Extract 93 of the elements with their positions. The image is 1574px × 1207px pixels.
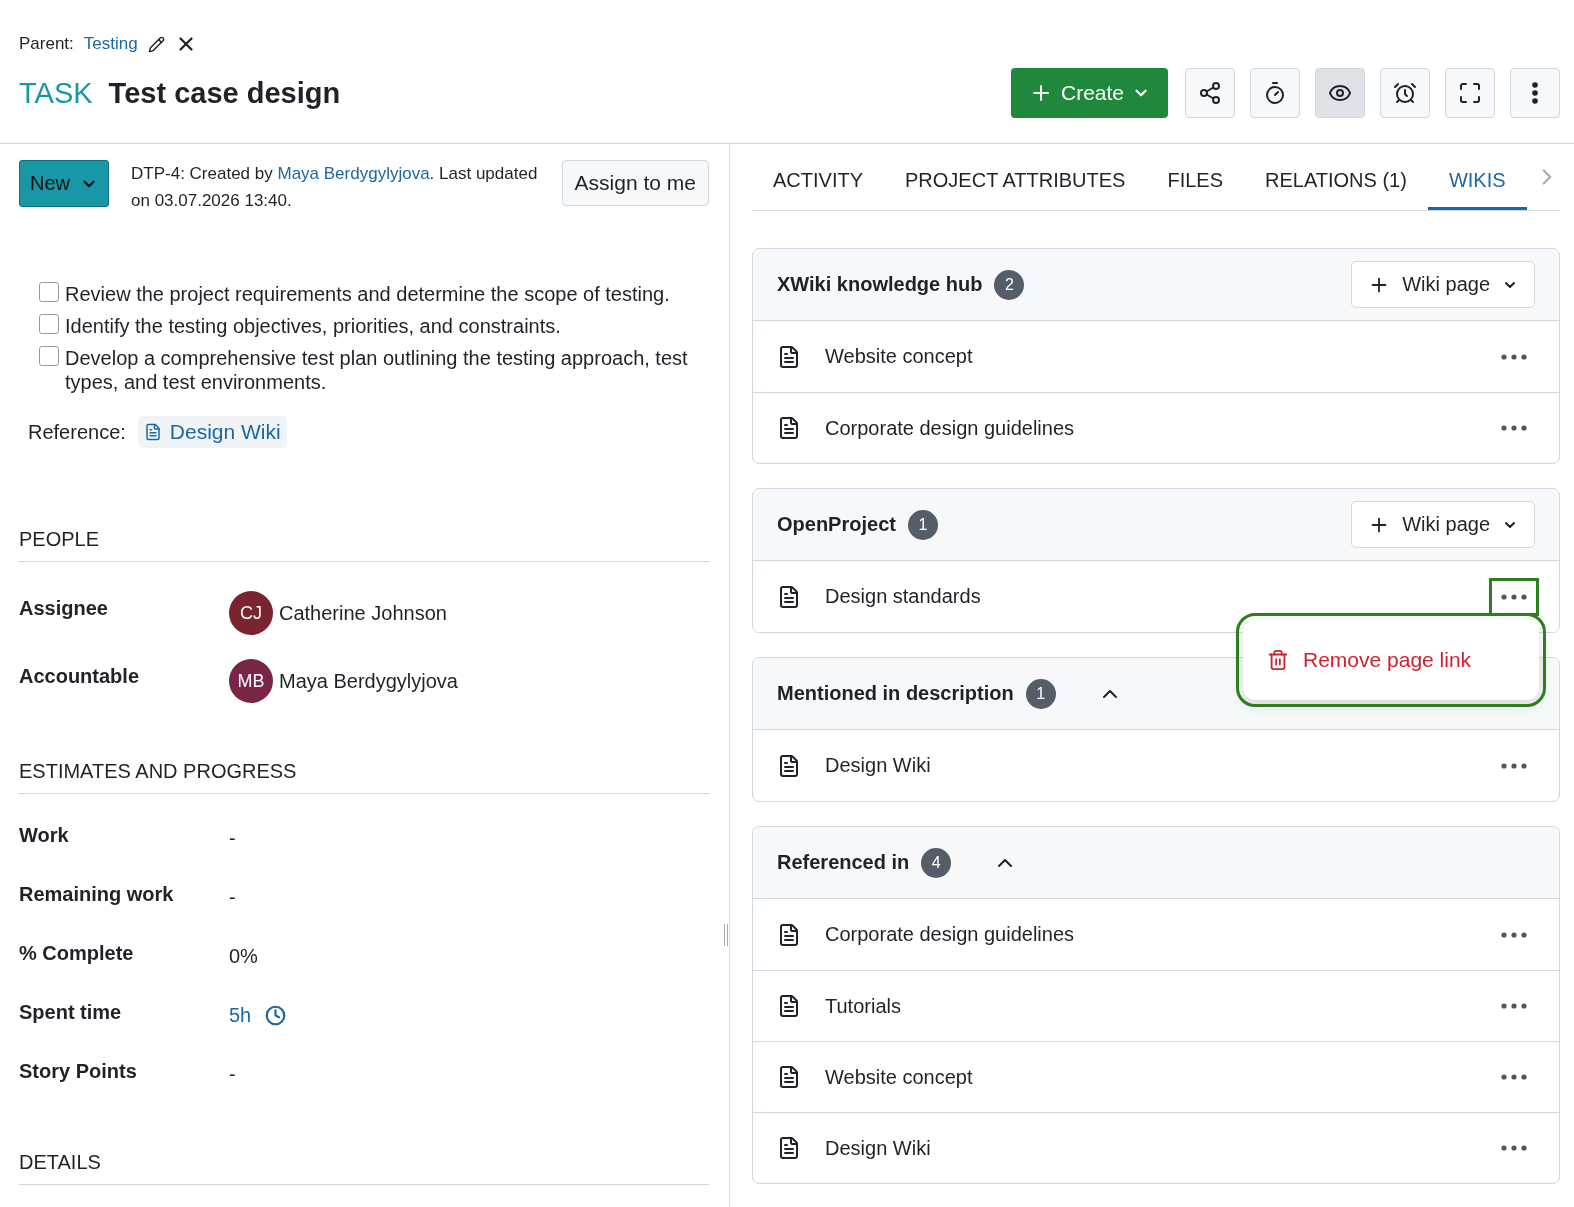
ellipsis-icon	[1501, 593, 1527, 600]
field-label: Story Points	[19, 1060, 138, 1083]
edit-icon[interactable]	[147, 35, 165, 53]
section-title: OpenProject	[777, 513, 896, 536]
more-button[interactable]	[1510, 68, 1560, 118]
ellipsis-icon	[1501, 762, 1527, 769]
document-icon	[777, 416, 801, 440]
field-value: -	[229, 827, 236, 850]
wiki-page-link[interactable]: Website concept	[825, 1065, 973, 1089]
wiki-page-link[interactable]: Design Wiki	[825, 1136, 931, 1160]
count-badge: 1	[1025, 678, 1056, 709]
wiki-page-link[interactable]: Website concept	[825, 345, 973, 368]
field-label: Accountable	[19, 664, 141, 688]
reference-link[interactable]: Design Wiki	[137, 416, 287, 448]
section-title: XWiki knowledge hub	[777, 273, 983, 296]
status-button[interactable]: New	[19, 160, 109, 207]
timer-icon	[1263, 81, 1287, 105]
field-label: Remaining work	[19, 883, 175, 906]
share-icon	[1198, 81, 1222, 105]
tab[interactable]: PROJECT ATTRIBUTES	[884, 144, 1147, 210]
document-icon	[777, 994, 801, 1018]
wiki-page-link[interactable]: Corporate design guidelines	[825, 923, 1075, 946]
clock-icon[interactable]	[265, 1005, 287, 1026]
document-icon	[777, 753, 801, 778]
checkbox[interactable]	[39, 314, 59, 334]
reference-label: Reference:	[28, 420, 126, 444]
fullscreen-button[interactable]	[1445, 68, 1495, 118]
checkbox[interactable]	[39, 282, 59, 302]
parent-label: Parent:	[19, 34, 74, 54]
wiki-page-link[interactable]: Design standards	[825, 585, 981, 608]
fullscreen-icon	[1458, 81, 1482, 105]
wiki-page-link[interactable]: Tutorials	[825, 994, 901, 1018]
document-icon	[777, 1065, 801, 1089]
share-button[interactable]	[1185, 68, 1235, 118]
spent-time-link[interactable]: 5h	[229, 1004, 252, 1027]
add-wiki-page-button[interactable]: Wiki page	[1351, 261, 1535, 308]
assign-button[interactable]: Assign to me	[561, 160, 709, 206]
document-icon	[777, 922, 801, 947]
trash-icon	[1267, 649, 1289, 671]
ellipsis-icon	[1501, 1074, 1527, 1080]
resize-handle[interactable]	[724, 924, 728, 946]
ellipsis-icon	[1501, 1145, 1527, 1151]
field-label: Work	[19, 824, 70, 847]
ellipsis-icon	[1501, 425, 1527, 431]
parent-link[interactable]: Testing	[83, 34, 138, 54]
ellipsis-icon	[1501, 353, 1527, 360]
field-value: Maya Berdygylyjova	[279, 669, 458, 693]
checklist-text: Develop a comprehensive test plan outlining the testing approach, test types, and test environments.	[65, 346, 689, 394]
created-info: DTP-4: Created by Maya Berdygylyjova. Last updated on 03.07.2026 13:40.	[131, 163, 539, 212]
count-badge: 1	[907, 509, 938, 540]
remove-link-menu-item[interactable]: Remove page link	[1267, 648, 1472, 672]
tab[interactable]: WIKIS	[1427, 144, 1527, 210]
field-label: Assignee	[19, 596, 109, 620]
field-label: Spent time	[19, 1001, 123, 1024]
field-value: -	[229, 1063, 236, 1086]
section-heading: ESTIMATES AND PROGRESS	[19, 760, 709, 794]
more-actions-button[interactable]	[1489, 577, 1539, 616]
work-package-title: Test case design	[108, 76, 341, 110]
document-icon	[777, 584, 801, 609]
field-value: -	[229, 886, 236, 909]
work-package-type: TASK	[19, 76, 93, 110]
checkbox[interactable]	[39, 346, 59, 366]
timer-button[interactable]	[1250, 68, 1300, 118]
document-icon	[777, 344, 801, 369]
section-title: Mentioned in description	[777, 682, 1014, 705]
section-heading: DETAILS	[19, 1151, 709, 1185]
avatar: MB	[229, 659, 273, 703]
field-value: Catherine Johnson	[279, 601, 447, 625]
add-wiki-page-button[interactable]: Wiki page	[1351, 501, 1535, 548]
checklist-text: Identify the testing objectives, priorities, and constraints.	[65, 314, 561, 338]
section-heading: PEOPLE	[19, 528, 709, 562]
field-label: % Complete	[19, 942, 135, 965]
reminder-icon	[1393, 81, 1417, 105]
create-button[interactable]: Create	[1010, 68, 1168, 118]
ellipsis-icon	[1501, 931, 1527, 938]
watch-button[interactable]	[1315, 68, 1365, 118]
checklist-text: Review the project requirements and determine the scope of testing.	[65, 282, 670, 306]
ellipsis-icon	[1501, 1003, 1527, 1009]
document-icon	[143, 423, 162, 441]
author-link[interactable]: Maya Berdygylyjova	[277, 164, 430, 183]
wiki-page-link[interactable]: Corporate design guidelines	[825, 416, 1075, 440]
count-badge: 4	[921, 847, 952, 878]
document-icon	[777, 1136, 801, 1160]
wiki-page-link[interactable]: Design Wiki	[825, 754, 931, 777]
field-value: 0%	[229, 945, 258, 968]
reminder-button[interactable]	[1380, 68, 1430, 118]
tab[interactable]: ACTIVITY	[752, 144, 884, 210]
tab[interactable]: FILES	[1146, 144, 1244, 210]
section-title: Referenced in	[777, 851, 910, 874]
count-badge: 2	[994, 269, 1025, 300]
more-icon	[1532, 82, 1538, 104]
tab[interactable]: RELATIONS (1)	[1244, 144, 1428, 210]
avatar: CJ	[229, 591, 273, 635]
